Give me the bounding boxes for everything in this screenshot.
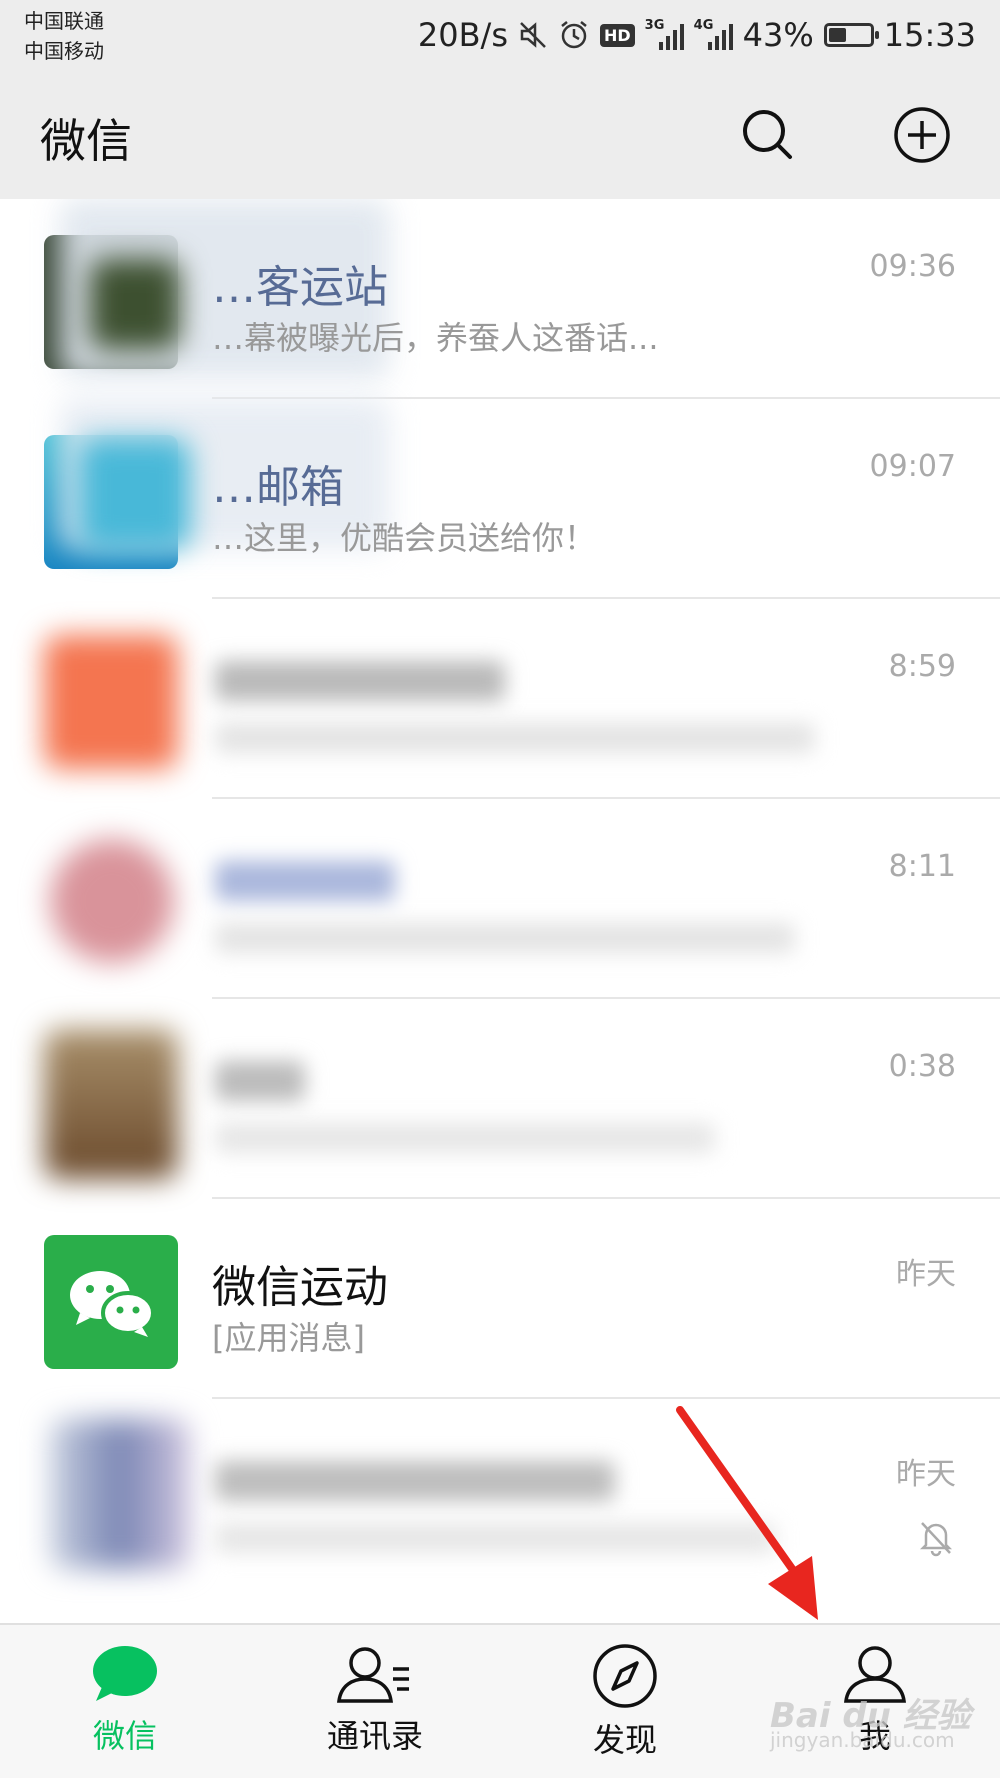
- status-bar: 中国联通 中国移动 20B/s HD 3G 4G 43% 15:33: [0, 0, 1000, 75]
- avatar: [44, 635, 178, 769]
- status-indicators: 20B/s HD 3G 4G 43% 15:33: [418, 10, 976, 60]
- avatar: [50, 839, 174, 963]
- contacts-icon: [337, 1647, 409, 1703]
- plus-circle-icon: [894, 107, 950, 163]
- wechat-logo-icon: [70, 1271, 155, 1337]
- carrier-1: 中国联通: [24, 9, 104, 33]
- network-speed: 20B/s: [417, 16, 508, 54]
- search-button[interactable]: [738, 105, 798, 165]
- search-icon: [743, 110, 792, 159]
- chat-name: …客运站: [212, 262, 388, 313]
- chat-time: 0:38: [888, 1049, 956, 1084]
- tab-label: 发现: [592, 1721, 657, 1759]
- avatar: [44, 1235, 178, 1369]
- chat-time: 8:59: [888, 649, 956, 684]
- signal-4g-label: 4G: [693, 18, 714, 33]
- avatar: [44, 1029, 178, 1179]
- chat-row[interactable]: …邮箱 …这里，优酷会员送给你！ 09:07: [0, 399, 1000, 599]
- chat-time: 8:11: [888, 849, 956, 884]
- chat-time: 昨天: [896, 1257, 956, 1292]
- tab-wechat[interactable]: 微信: [45, 1643, 205, 1773]
- avatar: [50, 1419, 190, 1569]
- chat-bubble-icon: [93, 1646, 157, 1701]
- chat-row-wechat-sport[interactable]: 微信运动 [应用消息] 昨天: [0, 1199, 1000, 1399]
- signal-3g-label: 3G: [644, 18, 665, 33]
- chat-time: 09:07: [869, 449, 956, 484]
- watermark-url: jingyan.baidu.com: [770, 1728, 955, 1752]
- chat-row[interactable]: 8:59: [0, 599, 1000, 799]
- tab-label: 微信: [92, 1717, 157, 1755]
- mute-bell-icon: [919, 1522, 953, 1557]
- chat-list: …客运站 …幕被曝光后，养蚕人这番话... 09:36 …邮箱 …这里，优酷会员…: [0, 199, 1000, 1623]
- chat-name: …邮箱: [212, 462, 344, 513]
- tab-contacts[interactable]: 通讯录: [295, 1643, 455, 1773]
- clock: 15:33: [883, 16, 976, 54]
- alarm-icon: [561, 21, 587, 49]
- signal-4g-icon: 4G: [693, 18, 733, 50]
- tab-discover[interactable]: 发现: [545, 1643, 705, 1773]
- chat-row[interactable]: …客运站 …幕被曝光后，养蚕人这番话... 09:36: [0, 199, 1000, 399]
- carrier-2: 中国移动: [24, 39, 104, 63]
- chat-time: 昨天: [896, 1457, 956, 1492]
- mute-icon: [520, 22, 546, 48]
- battery-icon: [823, 23, 879, 47]
- compass-icon: [593, 1644, 657, 1708]
- chat-preview: …这里，优酷会员送给你！: [212, 519, 597, 557]
- chat-row[interactable]: 0:38: [0, 999, 1000, 1199]
- chat-time: 09:36: [869, 249, 956, 284]
- hd-badge: HD: [599, 23, 635, 47]
- page-title: 微信: [40, 114, 132, 168]
- tab-label: 通讯录: [326, 1717, 423, 1755]
- chat-preview: [应用消息]: [212, 1319, 365, 1357]
- chat-row[interactable]: 昨天: [0, 1399, 1000, 1599]
- chat-preview: …幕被曝光后，养蚕人这番话...: [212, 319, 659, 357]
- battery-percent: 43%: [742, 16, 814, 54]
- carrier-labels: 中国联通 中国移动: [24, 6, 104, 66]
- chat-row[interactable]: 8:11: [0, 799, 1000, 999]
- chat-name: 微信运动: [212, 1262, 388, 1313]
- signal-3g-icon: 3G: [644, 18, 684, 50]
- app-header: 微信: [0, 75, 1000, 199]
- add-button[interactable]: [892, 105, 952, 165]
